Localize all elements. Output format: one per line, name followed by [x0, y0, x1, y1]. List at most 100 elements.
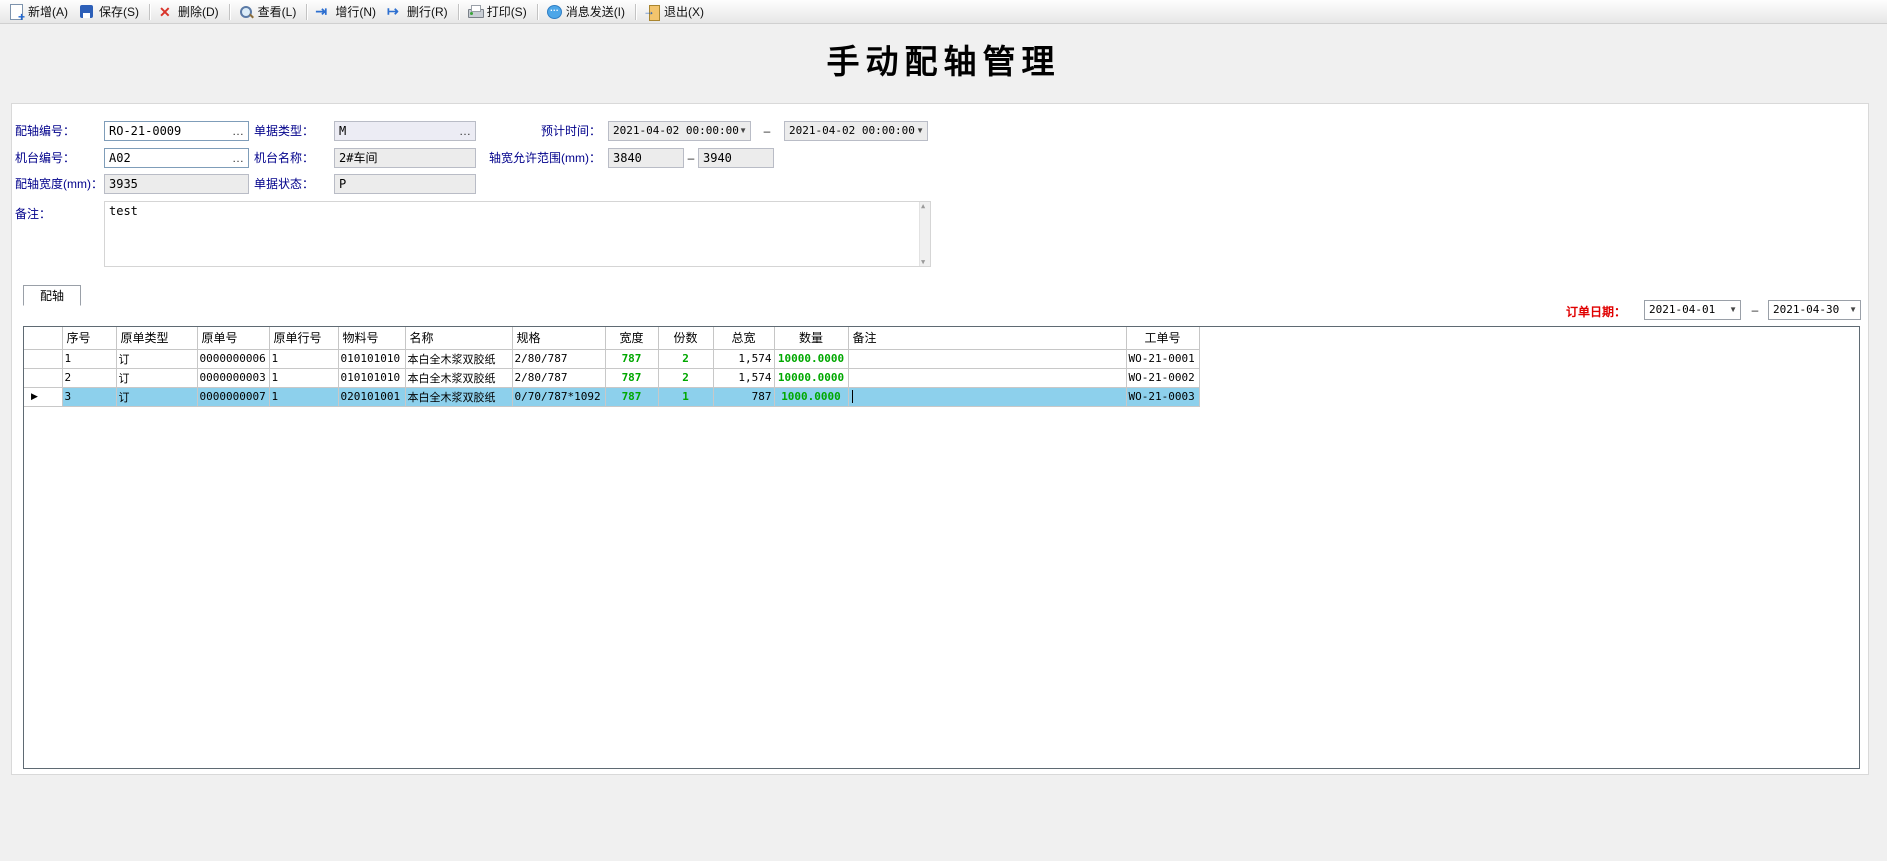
axis-range-from-field[interactable]: 3840: [608, 148, 684, 168]
toolbar-button-view[interactable]: 查看(L): [234, 1, 303, 22]
expected-time-to-dropdown[interactable]: 2021-04-02 00:00:00 ▼: [784, 121, 928, 141]
grid-column-header[interactable]: 份数: [658, 327, 713, 349]
machine-no-value: A02: [109, 151, 131, 165]
toolbar-button-delete-row[interactable]: 删行(R): [383, 1, 454, 22]
grid-column-header[interactable]: 原单类型: [116, 327, 197, 349]
grid-cell[interactable]: WO-21-0003: [1126, 387, 1199, 406]
toolbar-button-label: 消息发送(I): [566, 3, 625, 20]
grid-column-header[interactable]: 工单号: [1126, 327, 1199, 349]
expected-time-from-dropdown[interactable]: 2021-04-02 00:00:00 ▼: [608, 121, 751, 141]
grid-cell[interactable]: 787: [605, 368, 658, 387]
grid-cell[interactable]: 1: [269, 349, 338, 368]
scrollbar[interactable]: [919, 202, 930, 266]
grid-cell[interactable]: 1: [658, 387, 713, 406]
grid-cell[interactable]: 10000.0000: [774, 349, 848, 368]
ellipsis-picker-icon[interactable]: …: [232, 122, 245, 140]
row-selector-cell[interactable]: [24, 349, 62, 368]
grid-cell[interactable]: 010101010: [338, 349, 405, 368]
grid-cell[interactable]: 本白全木浆双胶纸: [405, 368, 512, 387]
grid-cell[interactable]: 1: [62, 349, 116, 368]
tab-peizhou[interactable]: 配轴: [23, 285, 81, 306]
toolbar-button-add-row[interactable]: 增行(N): [311, 1, 382, 22]
grid-cell[interactable]: 2: [62, 368, 116, 387]
toolbar-button-delete[interactable]: 删除(D): [154, 1, 225, 22]
toolbar-separator: [229, 4, 230, 20]
order-date-to-dropdown[interactable]: 2021-04-30 ▼: [1768, 300, 1861, 320]
grid-selector-header[interactable]: [24, 327, 62, 349]
grid-cell[interactable]: 2/80/787: [512, 349, 605, 368]
grid-cell[interactable]: 020101001: [338, 387, 405, 406]
remark-textarea[interactable]: test: [104, 201, 931, 267]
order-date-label: 订单日期：: [1566, 302, 1626, 322]
grid-cell[interactable]: 1: [269, 387, 338, 406]
grid-cell[interactable]: 订: [116, 368, 197, 387]
grid-cell[interactable]: 787: [605, 387, 658, 406]
grid-cell[interactable]: [848, 368, 1126, 387]
grid-cell[interactable]: 0000000007: [197, 387, 269, 406]
chevron-down-icon[interactable]: ▼: [1729, 301, 1737, 319]
table-row[interactable]: 1订00000000061010101010本白全木浆双胶纸2/80/78778…: [24, 349, 1199, 368]
toolbar-button-send-message[interactable]: 消息发送(I): [542, 1, 631, 22]
grid-cell[interactable]: WO-21-0002: [1126, 368, 1199, 387]
grid-cell[interactable]: 本白全木浆双胶纸: [405, 387, 512, 406]
table-row[interactable]: ▶3订00000000071020101001本白全木浆双胶纸0/70/787*…: [24, 387, 1199, 406]
row-selector-cell[interactable]: ▶: [24, 387, 62, 406]
grid-cell[interactable]: 010101010: [338, 368, 405, 387]
grid-column-header[interactable]: 规格: [512, 327, 605, 349]
grid-cell[interactable]: 1,574: [713, 349, 774, 368]
grid-cell[interactable]: 1: [269, 368, 338, 387]
toolbar-separator: [635, 4, 636, 20]
order-date-from-dropdown[interactable]: 2021-04-01 ▼: [1644, 300, 1741, 320]
grid-cell[interactable]: 3: [62, 387, 116, 406]
ellipsis-picker-icon[interactable]: …: [232, 149, 245, 167]
grid-cell[interactable]: 1,574: [713, 368, 774, 387]
grid-column-header[interactable]: 物料号: [338, 327, 405, 349]
toolbar-button-exit[interactable]: 退出(X): [640, 1, 710, 22]
grid-column-header[interactable]: 序号: [62, 327, 116, 349]
grid-cell[interactable]: 订: [116, 387, 197, 406]
chevron-down-icon[interactable]: ▼: [916, 122, 924, 140]
range-dash: –: [757, 121, 777, 141]
save-icon: [79, 4, 95, 20]
grid-cell[interactable]: 2: [658, 368, 713, 387]
toolbar-button-print[interactable]: 打印(S): [463, 1, 533, 22]
peizhou-no-field[interactable]: RO-21-0009 …: [104, 121, 249, 141]
grid-cell[interactable]: [848, 387, 1126, 406]
grid-cell[interactable]: [848, 349, 1126, 368]
remark-value: test: [109, 204, 138, 218]
grid-cell[interactable]: 787: [713, 387, 774, 406]
grid-column-header[interactable]: 备注: [848, 327, 1126, 349]
doc-status-field[interactable]: P: [334, 174, 476, 194]
peizhou-width-field[interactable]: 3935: [104, 174, 249, 194]
grid-cell[interactable]: WO-21-0001: [1126, 349, 1199, 368]
grid-cell[interactable]: 2/80/787: [512, 368, 605, 387]
doc-type-label: 单据类型：: [254, 121, 314, 141]
grid-column-header[interactable]: 名称: [405, 327, 512, 349]
toolbar-button-label: 保存(S): [99, 3, 139, 20]
grid-column-header[interactable]: 原单号: [197, 327, 269, 349]
row-selector-cell[interactable]: [24, 368, 62, 387]
grid-cell[interactable]: 10000.0000: [774, 368, 848, 387]
grid-cell[interactable]: 1000.0000: [774, 387, 848, 406]
grid-cell[interactable]: 0000000003: [197, 368, 269, 387]
grid-cell[interactable]: 订: [116, 349, 197, 368]
chevron-down-icon[interactable]: ▼: [1849, 301, 1857, 319]
chevron-down-icon[interactable]: ▼: [739, 122, 747, 140]
axis-range-from-value: 3840: [613, 151, 642, 165]
grid-column-header[interactable]: 数量: [774, 327, 848, 349]
table-row[interactable]: 2订00000000031010101010本白全木浆双胶纸2/80/78778…: [24, 368, 1199, 387]
toolbar-button-add[interactable]: 新增(A): [4, 1, 74, 22]
grid-cell[interactable]: 0000000006: [197, 349, 269, 368]
grid-cell[interactable]: 2: [658, 349, 713, 368]
grid-cell[interactable]: 787: [605, 349, 658, 368]
grid-cell[interactable]: 0/70/787*1092: [512, 387, 605, 406]
grid-column-header[interactable]: 宽度: [605, 327, 658, 349]
peizhou-width-value: 3935: [109, 177, 138, 191]
grid-column-header[interactable]: 总宽: [713, 327, 774, 349]
toolbar-button-save[interactable]: 保存(S): [75, 1, 145, 22]
grid-cell[interactable]: 本白全木浆双胶纸: [405, 349, 512, 368]
grid-column-header[interactable]: 原单行号: [269, 327, 338, 349]
axis-range-to-field[interactable]: 3940: [698, 148, 774, 168]
machine-no-field[interactable]: A02 …: [104, 148, 249, 168]
grid-header-row: 序号原单类型原单号原单行号物料号名称规格宽度份数总宽数量备注工单号: [24, 327, 1199, 349]
